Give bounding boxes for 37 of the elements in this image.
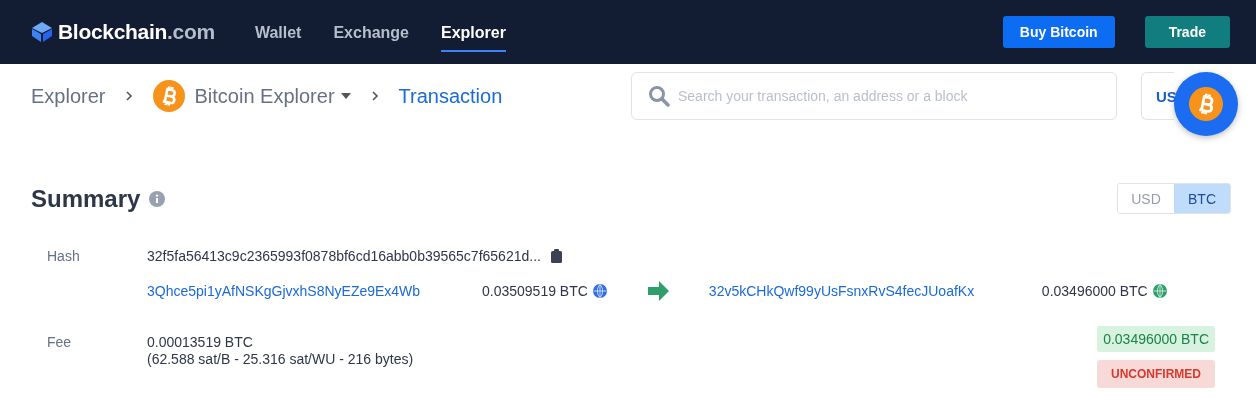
amount-text: 0.03509519 BTC	[482, 283, 588, 299]
explorer-dropdown[interactable]: Bitcoin Explorer	[194, 84, 351, 108]
breadcrumb-link[interactable]: Explorer	[31, 84, 106, 108]
field-label: Fee	[47, 334, 73, 352]
buy-button[interactable]: Buy Bitcoin	[1002, 16, 1115, 48]
currency-toggle[interactable]: BTC	[1174, 184, 1230, 213]
field-label: Hash	[47, 248, 81, 264]
cube-logo-icon	[31, 22, 53, 42]
arrow-right-icon	[648, 281, 670, 301]
nav-link[interactable]: Explorer	[441, 12, 506, 52]
total-amount-badge: 0.03496000 BTC	[1097, 326, 1215, 352]
fee-detail: (62.588 sat/B - 25.316 sat/WU - 216 bytes)	[147, 351, 414, 368]
currency-button[interactable]: US	[1141, 72, 1174, 120]
fee-value: 0.00013519 BTC	[147, 334, 254, 351]
nav-link[interactable]: Exchange	[333, 12, 409, 52]
hash-value: 32f5fa56413c9c2365993f0878bf6cd16abb0b39565c7f65621d...	[147, 248, 541, 264]
bitcoin-fab-button[interactable]	[1174, 72, 1238, 136]
amount-text: 0.03496000 BTC	[1041, 283, 1148, 299]
breadcrumb-current: Transaction	[398, 84, 503, 108]
status-badge: UNCONFIRMED	[1097, 360, 1215, 388]
chevron-icon	[370, 90, 379, 102]
caret-icon	[340, 93, 351, 99]
search-field[interactable]: Search your transaction, an address or a block	[631, 72, 1117, 120]
clipboard-icon[interactable]	[550, 249, 562, 263]
globe-icon	[1152, 284, 1167, 298]
info-icon	[149, 190, 166, 207]
section-title: Summary	[31, 184, 141, 213]
nav-link[interactable]: Wallet	[254, 12, 302, 52]
chevron-icon	[125, 90, 134, 102]
search-icon	[648, 85, 670, 107]
bitcoin-icon	[1189, 87, 1223, 121]
brand-logo[interactable]: Blockchain.com	[58, 20, 215, 44]
address-link[interactable]: 3Qhce5pi1yAfNSKgGjvxhS8NyEZe9Ex4Wb	[147, 283, 482, 299]
trade-button[interactable]: Trade	[1144, 16, 1230, 48]
bitcoin-icon	[153, 80, 186, 112]
globe-icon	[592, 284, 607, 298]
address-link[interactable]: 32v5kCHkQwf99yUsFsnxRvS4fecJUoafKx	[708, 283, 1042, 299]
